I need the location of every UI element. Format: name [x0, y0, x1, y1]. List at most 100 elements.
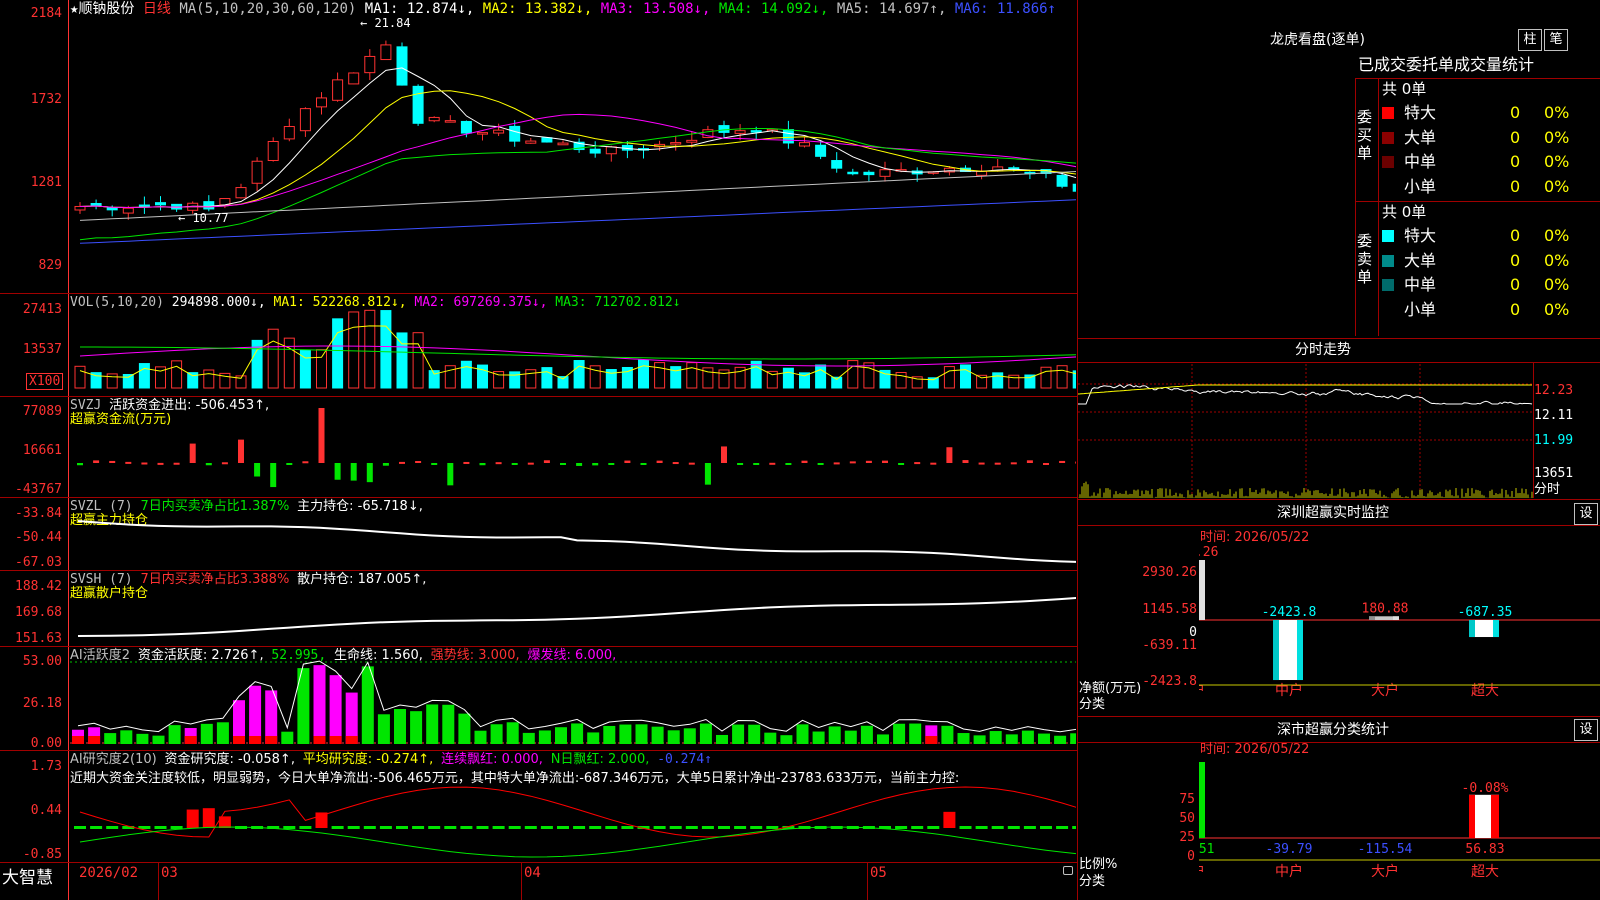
- research-bar: [492, 826, 505, 829]
- candle-body: [122, 207, 134, 214]
- activity-bar: [474, 730, 487, 744]
- period-label[interactable]: 日线: [143, 1, 171, 17]
- research-bar: [170, 826, 183, 829]
- activity-bar-base: [88, 736, 101, 744]
- candle-body: [879, 169, 891, 177]
- sell-row-qty: 0: [1510, 275, 1521, 294]
- candle-body: [364, 55, 376, 74]
- activity-bar: [200, 723, 213, 744]
- bar-view-button[interactable]: 柱: [1518, 29, 1542, 51]
- activity-bar: [893, 723, 906, 744]
- flow-bar: [366, 463, 373, 483]
- activity-bar: [651, 726, 664, 744]
- activity-bar: [361, 666, 374, 744]
- activity-bar: [683, 728, 696, 744]
- sz-class-ytick-2: 50: [1179, 811, 1195, 826]
- flow-bar: [978, 462, 985, 465]
- research-bar: [412, 826, 425, 829]
- flow-bar: [656, 460, 663, 463]
- research-bar: [911, 826, 924, 829]
- volume-bar: [364, 309, 376, 389]
- intraday-chart[interactable]: [1078, 364, 1534, 498]
- ai-research-chart: [74, 786, 1076, 858]
- flow-bar: [286, 463, 293, 465]
- buy-row-qty: 0: [1510, 103, 1521, 122]
- flow-bar: [785, 463, 792, 465]
- sz-class-title: 深市超赢分类统计: [1277, 722, 1389, 738]
- volume-bar: [1040, 366, 1052, 389]
- flow-bar: [1075, 461, 1076, 464]
- research-bar: [573, 826, 586, 829]
- activity-bar: [619, 724, 632, 744]
- research-bar: [347, 826, 360, 829]
- extra-pct-label: -0.08%: [1462, 781, 1509, 796]
- flow-bar: [1059, 460, 1066, 463]
- brand-logo[interactable]: 大智慧: [2, 863, 53, 888]
- dragon-header: 已成交委托单成交量统计: [1358, 56, 1535, 74]
- sz-class-cat-label: 分类: [1079, 874, 1106, 889]
- sz-monitor-settings-button[interactable]: 设: [1574, 503, 1598, 525]
- research-bar: [283, 826, 296, 829]
- activity-bar: [1021, 730, 1034, 744]
- flow-bar: [1010, 462, 1017, 465]
- tick-view-button[interactable]: 笔: [1544, 29, 1568, 51]
- sz-class-settings-button[interactable]: 设: [1574, 719, 1598, 741]
- xaxis-tick-2: [521, 862, 522, 900]
- volume-bar: [316, 349, 327, 389]
- volume-bar: [74, 365, 86, 389]
- research-bar: [460, 826, 473, 829]
- vol-ytick-2: 13537: [22, 342, 62, 357]
- activity-bar: [249, 685, 262, 744]
- activity-bar: [555, 727, 567, 744]
- research-ytick-2: 0.44: [30, 803, 62, 818]
- candle-body: [670, 142, 682, 145]
- color-swatch: [1382, 254, 1394, 267]
- activity-bar: [1038, 733, 1050, 744]
- candle-body: [299, 108, 311, 132]
- activity-bar: [522, 732, 535, 744]
- sell-total: 共 0单: [1382, 203, 1427, 221]
- buy-row-name: 小单: [1404, 176, 1437, 196]
- buy-row-pct: 0%: [1544, 103, 1570, 122]
- volume-bar: [573, 360, 585, 389]
- xaxis-label-3: 04: [524, 865, 541, 881]
- svzj-ytick-1: 77089: [22, 404, 62, 419]
- kline-chart[interactable]: [70, 18, 1076, 292]
- flow-bar: [721, 446, 727, 463]
- buy-row-name: 特大: [1404, 103, 1437, 122]
- activity-bar-base: [329, 736, 342, 744]
- research-bar: [1056, 826, 1069, 829]
- activity-bar: [989, 731, 1002, 744]
- volume-bar: [1024, 374, 1036, 389]
- capital-flow-chart: [77, 408, 1076, 488]
- stock-name[interactable]: 顺钠股份: [78, 1, 134, 17]
- research-bar: [718, 826, 730, 829]
- sz-monitor-ytick-1: 2930.26: [1142, 565, 1197, 580]
- flow-bar: [125, 461, 132, 464]
- flow-bar: [769, 462, 776, 465]
- color-swatch: [1382, 156, 1394, 168]
- flow-bar: [447, 463, 454, 486]
- flow-bar: [238, 439, 244, 463]
- activity-bar: [313, 665, 326, 744]
- ai-ytick-3: 0.00: [30, 736, 62, 751]
- activity-bar: [410, 711, 423, 744]
- ma1-value: MA1: 12.874↓,: [364, 1, 475, 17]
- volume-bar: [460, 360, 472, 389]
- buy-row-name: 大单: [1404, 127, 1437, 147]
- sell-row-pct: 0%: [1544, 299, 1570, 319]
- volume-bar: [541, 367, 553, 389]
- bar-shade-right: [1297, 620, 1303, 681]
- volume-bar: [847, 360, 859, 389]
- activity-bar: [120, 730, 133, 744]
- svsh-ytick-3: 151.63: [15, 631, 62, 646]
- candle-body: [509, 125, 521, 142]
- research-bar: [299, 826, 312, 829]
- activity-bar: [458, 713, 471, 744]
- main-ytick-3: 1281: [30, 175, 62, 190]
- volume-chart: [74, 309, 1076, 389]
- research-bar: [750, 826, 763, 829]
- lock-icon[interactable]: [1063, 866, 1073, 875]
- activity-bar: [587, 732, 600, 744]
- activity-bar: [780, 735, 793, 744]
